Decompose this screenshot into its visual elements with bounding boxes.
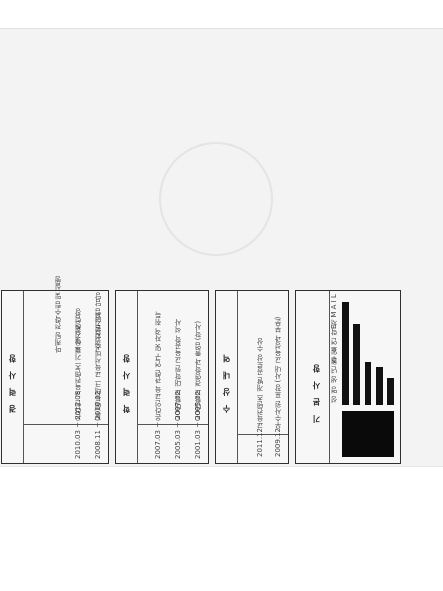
chart-bar — [375, 367, 383, 405]
edu-period-2: 2007.03 ~ — [154, 421, 162, 459]
award-period-1: 2011.12 — [256, 428, 264, 457]
profile-field-2: 주 소 — [330, 346, 338, 363]
award-desc-0: 우수사원 표창 (사내 교육성과 부문) — [274, 316, 282, 429]
awards-panel: 수 상 내 역 2009.12 2011.12 우수사원 표창 (사내 교육성과… — [215, 290, 289, 464]
document-page: 기 본 사 항 성 명 생 년 월 일 주 소 연 락 처 E - M A I … — [0, 28, 443, 467]
watermark-emblem — [159, 142, 273, 256]
career-role-2: 마케팅 전략수립 및 실행 — [54, 276, 62, 353]
education-panel: 학 력 사 항 2001.03 ~ 2005.02 2005.03 ~ 2007… — [115, 290, 209, 464]
award-period-0: 2009.12 — [274, 428, 282, 457]
awards-heading: 수 상 내 역 — [222, 351, 231, 413]
profile-heading: 기 본 사 항 — [312, 361, 321, 423]
career-role-1: 교육기획 팀장 — [74, 308, 82, 353]
edu-desc-1: OO대학교 대학원 교육공학 석사 — [174, 319, 182, 421]
chart-bar — [342, 302, 349, 405]
scanned-document: 기 본 사 항 성 명 생 년 월 일 주 소 연 락 처 E - M A I … — [0, 0, 443, 591]
profile-panel: 기 본 사 항 성 명 생 년 월 일 주 소 연 락 처 E - M A I … — [295, 290, 401, 464]
career-panel: 경 력 사 항 2008.11 ~ 2010.02 2010.03 ~ 2012… — [1, 276, 109, 464]
profile-field-0: 성 명 — [330, 386, 338, 403]
chart-bar — [353, 324, 361, 405]
career-role-0: 고객지원 영업 담당 — [94, 292, 102, 353]
career-heading: 경 력 사 항 — [8, 351, 17, 413]
edu-desc-2: 온라인교육 관련 연구 및 자격 취득 — [154, 311, 162, 421]
profile-field-4: E - M A I L — [330, 294, 338, 329]
chart-bar — [364, 361, 372, 405]
edu-desc-0: OO대학교 경영학과 졸업 (학사) — [194, 320, 202, 421]
chart-bar — [387, 378, 394, 405]
photo-placeholder — [342, 411, 394, 457]
education-heading: 학 력 사 항 — [122, 351, 131, 413]
award-desc-1: 교육컨텐츠 개발 공로상 수상 — [256, 338, 264, 429]
skill-bar-chart — [340, 297, 396, 405]
rotated-content: 기 본 사 항 성 명 생 년 월 일 주 소 연 락 처 E - M A I … — [0, 29, 443, 466]
